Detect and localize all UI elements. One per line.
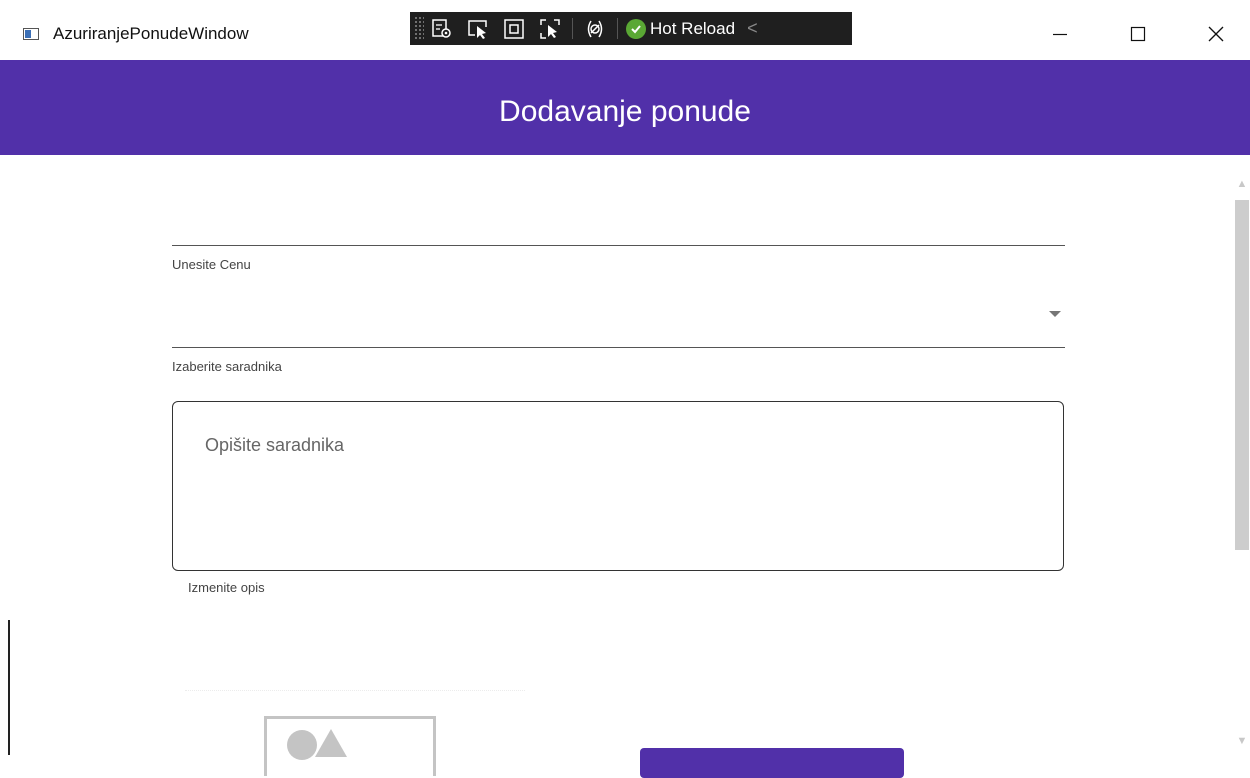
price-input-underline <box>172 245 1065 246</box>
live-visual-tree-icon[interactable] <box>424 12 460 45</box>
price-input[interactable] <box>172 205 1065 245</box>
faint-divider <box>185 690 525 692</box>
binding-failures-icon[interactable] <box>577 12 613 45</box>
page-header: Dodavanje ponude <box>0 60 1250 155</box>
description-placeholder: Opišite saradnika <box>205 435 345 455</box>
chevron-left-icon[interactable]: < <box>747 18 758 39</box>
partner-combobox[interactable] <box>172 298 1065 347</box>
price-helper-text: Unesite Cenu <box>172 257 251 272</box>
image-placeholder-triangle <box>315 729 347 757</box>
partner-combobox-underline <box>172 347 1065 348</box>
scrollbar-thumb[interactable] <box>1235 200 1249 550</box>
close-icon <box>1208 26 1224 42</box>
display-layout-adorners-icon[interactable] <box>496 12 532 45</box>
scroll-down-arrow-icon[interactable]: ▼ <box>1234 727 1250 755</box>
window-title: AzuriranjePonudeWindow <box>53 24 249 43</box>
hot-reload-button[interactable]: Hot Reload < <box>622 12 764 45</box>
scroll-up-arrow-icon[interactable]: ▲ <box>1234 170 1250 198</box>
toolbar-separator <box>617 18 618 39</box>
hot-reload-label: Hot Reload <box>650 18 736 38</box>
toolbar-separator <box>572 18 573 39</box>
description-helper-text: Izmenite opis <box>188 580 265 595</box>
toolbar-grip-icon[interactable] <box>414 16 424 41</box>
image-placeholder-icon[interactable] <box>264 716 436 776</box>
window-left-edge <box>8 620 10 755</box>
maximize-icon <box>1130 26 1146 42</box>
page-title: Dodavanje ponude <box>499 94 751 128</box>
window-titlebar: AzuriranjePonudeWindow Hot Reload < <box>0 0 1250 60</box>
partner-helper-text: Izaberite saradnika <box>172 359 282 374</box>
vertical-scrollbar[interactable]: ▲ ▼ <box>1234 170 1250 755</box>
minimize-icon <box>1053 33 1067 36</box>
check-circle-icon <box>626 18 646 39</box>
maximize-button[interactable] <box>1115 14 1161 54</box>
close-button[interactable] <box>1193 14 1239 54</box>
submit-button[interactable] <box>640 748 904 778</box>
image-placeholder-circle <box>287 730 317 760</box>
xaml-debug-toolbar: Hot Reload < <box>410 12 852 45</box>
app-window-icon <box>23 28 39 40</box>
track-focus-icon[interactable] <box>532 12 568 45</box>
select-element-icon[interactable] <box>460 12 496 45</box>
dropdown-arrow-icon[interactable] <box>1049 311 1061 317</box>
minimize-button[interactable] <box>1037 14 1083 54</box>
description-textarea[interactable]: Opišite saradnika <box>172 401 1064 571</box>
